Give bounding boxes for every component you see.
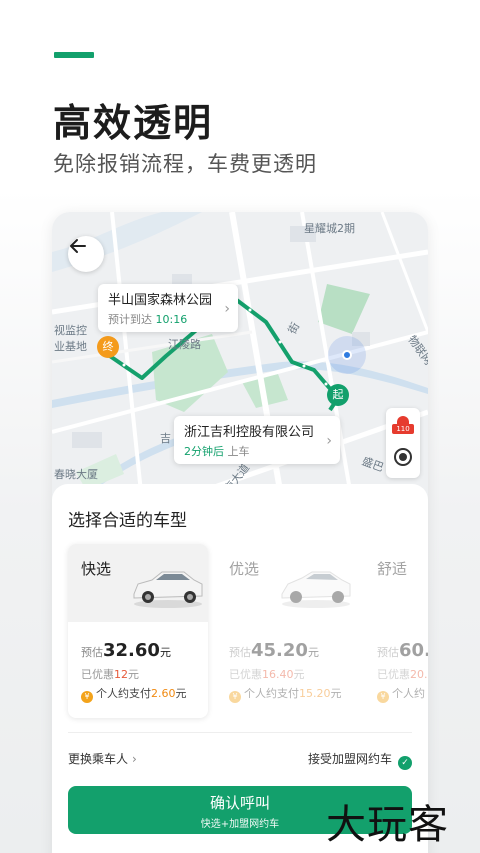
car-card-shushi[interactable]: 舒适 预估60. 已优惠20. ¥ 个人约 xyxy=(364,544,428,718)
destination-callout[interactable]: 半山国家森林公园 预计到达 10:16 › xyxy=(98,284,239,332)
car-icon xyxy=(281,571,351,608)
map-label: 春晓大厦 xyxy=(54,468,98,481)
car-type-name: 舒适 xyxy=(377,560,408,578)
estimated-price: 预估60. xyxy=(377,640,428,661)
accept-franchise-toggle[interactable]: 接受加盟网约车 ✓ xyxy=(308,750,412,770)
map-tools: 110 xyxy=(386,408,420,478)
arrow-left-icon xyxy=(70,239,86,253)
emergency-button[interactable]: 110 xyxy=(392,416,414,434)
coin-icon: ¥ xyxy=(377,691,389,703)
map-label: 吉 xyxy=(160,432,171,445)
pickup-name: 浙江吉利控股有限公司 xyxy=(184,425,315,440)
map-label: 视监控 xyxy=(54,324,87,337)
map-label: 业基地 xyxy=(54,340,87,353)
car-type-name: 优选 xyxy=(229,560,260,578)
car-card-youxuan[interactable]: 优选 预估45.20元 已优惠16.40元 ¥ 个人约支付15.20元 xyxy=(216,544,356,718)
panel-title: 选择合适的车型 xyxy=(68,511,187,531)
destination-pin-icon: 终 xyxy=(97,336,119,358)
current-location-icon xyxy=(342,350,352,360)
chevron-right-icon: › xyxy=(224,301,231,317)
car-type-name: 快选 xyxy=(81,560,112,578)
discount: 已优惠12元 xyxy=(81,668,139,681)
car-icon xyxy=(133,571,203,608)
pickup-callout[interactable]: 浙江吉利控股有限公司 2分钟后 上车 › xyxy=(174,416,341,464)
map-view[interactable]: 星耀城2期 视监控 业基地 江陵路 街 物联网 吉 春晓大厦 南大道 盛巴 终 … xyxy=(52,212,428,502)
emergency-label: 110 xyxy=(392,424,414,434)
accent-bar xyxy=(54,52,94,58)
discount: 已优惠20. xyxy=(377,668,428,681)
check-icon: ✓ xyxy=(398,756,412,770)
watermark-logo: 大玩客 xyxy=(326,802,449,848)
map-label: 江陵路 xyxy=(168,338,201,351)
change-rider-link[interactable]: 更换乘车人 › xyxy=(68,750,137,767)
estimated-price: 预估32.60元 xyxy=(81,640,171,661)
card-header xyxy=(364,544,428,622)
pickup-pin-icon: 起 xyxy=(327,384,349,406)
pickup-wait: 2分钟后 上车 xyxy=(184,445,250,458)
car-card-kuaixuan[interactable]: 快选 预估32.60元 已优惠12元 ¥ 个人约支付2.60元 xyxy=(68,544,208,718)
back-button[interactable] xyxy=(68,236,104,272)
discount: 已优惠16.40元 xyxy=(229,668,305,681)
chevron-right-icon: › xyxy=(132,752,137,766)
estimated-price: 预估45.20元 xyxy=(229,640,319,661)
destination-eta: 预计到达 10:16 xyxy=(108,313,188,326)
divider xyxy=(68,732,412,733)
personal-pay: ¥ 个人约支付2.60元 xyxy=(81,685,187,703)
page-subtitle: 免除报销流程，车费更透明 xyxy=(53,152,317,176)
map-label: 星耀城2期 xyxy=(304,222,355,235)
chevron-right-icon: › xyxy=(326,433,333,449)
coin-icon: ¥ xyxy=(229,691,241,703)
destination-name: 半山国家森林公园 xyxy=(108,293,213,308)
personal-pay: ¥ 个人约 xyxy=(377,685,425,703)
page-title: 高效透明 xyxy=(53,101,214,145)
coin-icon: ¥ xyxy=(81,691,93,703)
locate-icon[interactable] xyxy=(394,448,412,466)
personal-pay: ¥ 个人约支付15.20元 xyxy=(229,685,342,703)
phone-screen: 星耀城2期 视监控 业基地 江陵路 街 物联网 吉 春晓大厦 南大道 盛巴 终 … xyxy=(52,212,428,853)
